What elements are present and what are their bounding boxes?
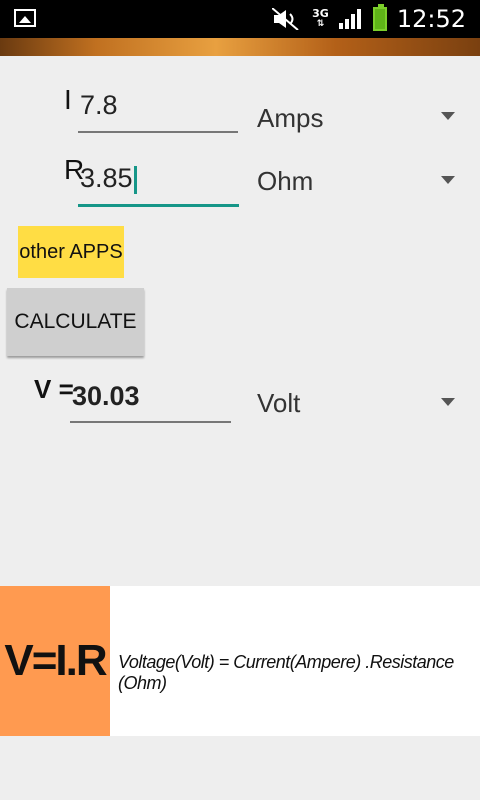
calculate-button[interactable]: CALCULATE [7, 288, 144, 356]
formula-title: V=I.R [0, 586, 110, 736]
dropdown-arrow-icon[interactable] [441, 176, 455, 184]
clock: 12:52 [396, 5, 466, 33]
battery-icon [372, 4, 387, 31]
formula-banner[interactable]: V=I.R Voltage(Volt) = Current(Ampere) .R… [0, 586, 480, 736]
resistance-input[interactable]: 3.85 [80, 163, 137, 194]
resistance-unit-select[interactable]: Ohm [257, 166, 313, 197]
text-cursor [133, 165, 137, 194]
gallery-icon [14, 9, 36, 27]
network-type: 3G [312, 7, 329, 20]
dropdown-arrow-icon[interactable] [441, 112, 455, 120]
current-input-underline [78, 131, 238, 133]
data-arrows-icon: 3G ⇅ [312, 7, 329, 29]
current-unit-select[interactable]: Amps [257, 103, 323, 134]
signal-icon [338, 9, 361, 29]
current-label: I [64, 84, 72, 115]
other-apps-button[interactable]: other APPS [18, 226, 124, 278]
dropdown-arrow-icon[interactable] [441, 398, 455, 406]
formula-description: Voltage(Volt) = Current(Ampere) .Resista… [118, 652, 454, 693]
voltage-output: 30.03 [72, 381, 140, 411]
status-bar: 3G ⇅ 12:52 [0, 0, 480, 38]
resistance-input-underline [78, 204, 239, 207]
voltage-output-underline [70, 421, 231, 423]
mute-icon [272, 8, 299, 30]
current-input[interactable]: 7.8 [80, 90, 118, 121]
voltage-unit-select[interactable]: Volt [257, 388, 300, 419]
voltage-label: V = [34, 374, 74, 404]
resistance-input-value: 3.85 [80, 163, 133, 193]
